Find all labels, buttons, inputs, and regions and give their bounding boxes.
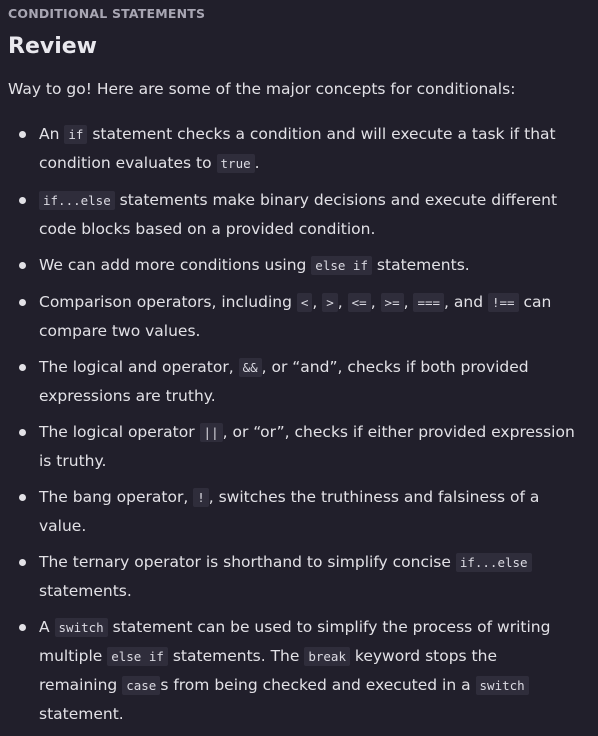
list-item: The logical and operator, &&, or “and”, … bbox=[0, 353, 590, 410]
item-text: The ternary operator is shorthand to sim… bbox=[39, 553, 456, 571]
item-text: statement checks a condition and will ex… bbox=[39, 125, 556, 172]
item-text: We can add more conditions using bbox=[39, 256, 312, 274]
list-item: if...else statements make binary decisio… bbox=[0, 186, 590, 243]
item-text: , bbox=[370, 293, 381, 311]
inline-code: > bbox=[322, 293, 338, 312]
item-text: The logical and operator, bbox=[39, 358, 239, 376]
list-item: We can add more conditions using else if… bbox=[0, 251, 590, 280]
list-item: An if statement checks a condition and w… bbox=[0, 120, 590, 178]
inline-code: !== bbox=[488, 293, 519, 312]
inline-code: >= bbox=[380, 293, 404, 312]
item-text: statements. The bbox=[167, 647, 305, 665]
inline-code: else if bbox=[311, 256, 372, 275]
inline-code: < bbox=[296, 293, 313, 312]
bullet-icon bbox=[19, 299, 26, 306]
item-text: s from being checked and executed in a bbox=[160, 676, 476, 694]
list-item: Comparison operators, including <, >, <=… bbox=[0, 288, 590, 345]
bullet-icon bbox=[19, 262, 26, 269]
item-text: , bbox=[403, 293, 414, 311]
inline-code: && bbox=[238, 358, 262, 377]
bullet-icon bbox=[19, 197, 26, 204]
inline-code: switch bbox=[475, 676, 529, 695]
inline-code: if bbox=[64, 125, 88, 144]
item-text: Comparison operators, including bbox=[39, 293, 297, 311]
inline-code: switch bbox=[54, 618, 108, 637]
inline-code: break bbox=[304, 647, 350, 666]
item-text: An bbox=[39, 125, 65, 143]
item-text: . bbox=[254, 154, 260, 172]
bullet-icon bbox=[19, 624, 26, 631]
section-eyebrow: CONDITIONAL STATEMENTS bbox=[8, 6, 206, 21]
inline-code: case bbox=[122, 676, 161, 695]
inline-code: ! bbox=[193, 488, 209, 507]
bullet-icon bbox=[19, 364, 26, 371]
list-item: The bang operator, !, switches the truth… bbox=[0, 483, 590, 540]
inline-code: === bbox=[413, 293, 445, 312]
inline-code: true bbox=[216, 154, 255, 173]
item-text: A bbox=[39, 618, 55, 636]
item-text: statements make binary decisions and exe… bbox=[39, 191, 558, 238]
concept-list: An if statement checks a condition and w… bbox=[0, 120, 590, 736]
inline-code: <= bbox=[347, 293, 371, 312]
list-item: A switch statement can be used to simpli… bbox=[0, 613, 590, 728]
inline-code: if...else bbox=[455, 553, 532, 572]
item-text: , bbox=[312, 293, 323, 311]
item-text: statements. bbox=[39, 582, 132, 600]
page-title: Review bbox=[8, 34, 97, 59]
item-text: , and bbox=[444, 293, 488, 311]
inline-code: || bbox=[199, 423, 223, 442]
inline-code: if...else bbox=[39, 191, 115, 210]
item-text: The bang operator, bbox=[39, 488, 194, 506]
intro-text: Way to go! Here are some of the major co… bbox=[8, 80, 516, 98]
bullet-icon bbox=[19, 559, 26, 566]
list-item: The logical operator ||, or “or”, checks… bbox=[0, 418, 590, 475]
item-text: statement. bbox=[39, 705, 124, 723]
inline-code: else if bbox=[107, 647, 168, 666]
bullet-icon bbox=[19, 131, 26, 138]
item-text: statements. bbox=[371, 256, 470, 274]
item-text: , bbox=[337, 293, 348, 311]
review-panel: CONDITIONAL STATEMENTS Review Way to go!… bbox=[0, 0, 598, 723]
list-item: The ternary operator is shorthand to sim… bbox=[0, 548, 590, 605]
bullet-icon bbox=[19, 429, 26, 436]
item-text: The logical operator bbox=[39, 423, 200, 441]
bullet-icon bbox=[19, 494, 26, 501]
